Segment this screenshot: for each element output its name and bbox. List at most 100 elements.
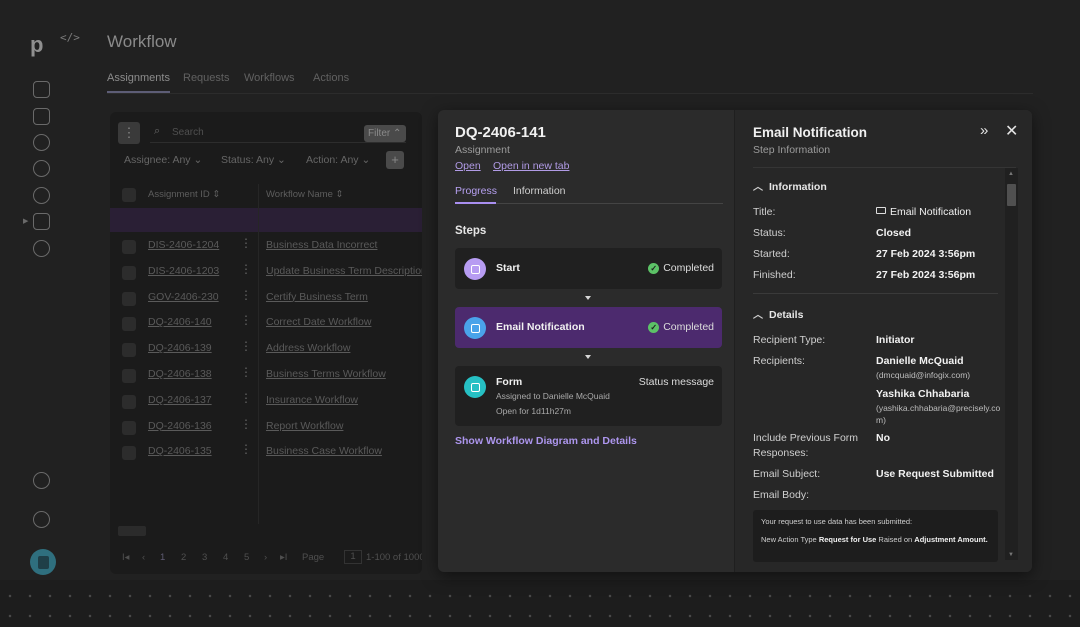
row-menu-icon[interactable]: ⋮	[240, 417, 252, 431]
target-icon[interactable]	[33, 134, 50, 151]
open-new-tab-link[interactable]: Open in new tab	[493, 160, 569, 172]
refresh-icon[interactable]	[33, 240, 50, 257]
table-row[interactable]: DQ-2406-139 ⋮ Address Workflow	[110, 337, 422, 363]
column-workflow-name[interactable]: Workflow Name ⇕	[266, 189, 343, 200]
workflow-name-link[interactable]: Address Workflow	[266, 342, 350, 354]
table-row[interactable]: DQ-2406-138 ⋮ Business Terms Workflow	[110, 363, 422, 389]
row-menu-icon[interactable]: ⋮	[240, 391, 252, 405]
assignment-id-link[interactable]: DQ-2406-137	[148, 394, 212, 406]
table-row[interactable]: DQ-2406-137 ⋮ Insurance Workflow	[110, 389, 422, 415]
page-2[interactable]: 2	[181, 552, 186, 563]
details-section-toggle[interactable]: ︿ Details	[753, 306, 803, 321]
step-info-scrollbar[interactable]: ▲ ▼	[1005, 168, 1018, 560]
prev-page-icon[interactable]: ‹	[142, 552, 145, 563]
gauge-icon[interactable]	[33, 160, 50, 177]
page-5[interactable]: 5	[244, 552, 249, 563]
assignment-id-link[interactable]: DQ-2406-139	[148, 342, 212, 354]
row-checkbox[interactable]	[122, 446, 136, 461]
workflow-name-link[interactable]: Correct Date Workflow	[266, 316, 371, 328]
home-icon[interactable]	[33, 81, 50, 98]
help-icon[interactable]	[33, 511, 50, 528]
workflow-name-link[interactable]: Business Data Incorrect	[266, 239, 377, 251]
tab-requests[interactable]: Requests	[183, 72, 229, 84]
workflow-name-link[interactable]: Business Case Workflow	[266, 445, 382, 457]
table-row[interactable]: DIS-2406-1203 ⋮ Update Business Term Descr…	[110, 260, 422, 286]
row-menu-icon[interactable]: ⋮	[240, 339, 252, 353]
page-4[interactable]: 4	[223, 552, 228, 563]
row-checkbox[interactable]	[122, 240, 136, 254]
show-workflow-diagram-link[interactable]: Show Workflow Diagram and Details	[455, 435, 637, 447]
avatar-book-icon	[37, 555, 49, 569]
scroll-up-icon[interactable]: ▲	[1008, 171, 1014, 177]
assignment-id-link[interactable]: DIS-2406-1204	[148, 239, 219, 251]
tab-actions[interactable]: Actions	[313, 72, 349, 84]
assignment-id-link[interactable]: DQ-2406-135	[148, 445, 212, 457]
page-1[interactable]: 1	[160, 552, 165, 563]
grid-menu-button[interactable]: ⋮	[118, 122, 140, 144]
workflow-icon[interactable]	[33, 213, 50, 230]
close-icon[interactable]: ✕	[1005, 121, 1018, 141]
select-all-checkbox[interactable]	[122, 188, 136, 202]
tab-progress[interactable]: Progress	[455, 185, 497, 197]
table-row[interactable]: DQ-2406-136 ⋮ Report Workflow	[110, 415, 422, 441]
table-row-selected[interactable]	[110, 208, 422, 232]
table-row[interactable]: DQ-2406-140 ⋮ Correct Date Workflow	[110, 311, 422, 337]
row-checkbox[interactable]	[122, 420, 136, 435]
filter-assignee[interactable]: Assignee: Any ⌄	[124, 154, 202, 166]
location-icon[interactable]	[33, 187, 50, 204]
row-checkbox[interactable]	[122, 369, 136, 383]
tab-information[interactable]: Information	[513, 185, 566, 197]
workflow-name-link[interactable]: Update Business Term Description	[266, 265, 422, 277]
row-checkbox[interactable]	[122, 343, 136, 358]
information-section-toggle[interactable]: ︿ Information	[753, 178, 827, 193]
assignment-id-link[interactable]: DQ-2406-136	[148, 420, 212, 432]
row-menu-icon[interactable]: ⋮	[240, 262, 252, 276]
row-checkbox[interactable]	[122, 394, 136, 409]
page-3[interactable]: 3	[202, 552, 207, 563]
workflow-name-link[interactable]: Certify Business Term	[266, 291, 368, 303]
scrollbar-thumb[interactable]	[1007, 184, 1016, 206]
workflow-name-link[interactable]: Report Workflow	[266, 420, 343, 432]
row-checkbox[interactable]	[122, 317, 136, 332]
row-menu-icon[interactable]: ⋮	[240, 288, 252, 302]
table-row[interactable]: DIS-2406-1204 ⋮ Business Data Incorrect	[110, 234, 422, 260]
next-page-icon[interactable]: ›	[264, 552, 267, 563]
assignment-id-link[interactable]: DQ-2406-140	[148, 316, 212, 328]
first-page-icon[interactable]: I◂	[122, 552, 129, 563]
last-page-icon[interactable]: ▸I	[280, 552, 287, 563]
row-checkbox[interactable]	[122, 291, 136, 306]
email-body-line: New Action Type Request for Use Raised o…	[761, 535, 988, 544]
table-row[interactable]: DQ-2406-135 ⋮ Business Case Workflow	[110, 440, 422, 466]
table-row[interactable]: GOV-2406-230 ⋮ Certify Business Term	[110, 286, 422, 312]
row-menu-icon[interactable]: ⋮	[240, 442, 252, 456]
row-menu-icon[interactable]: ⋮	[240, 365, 252, 379]
add-filter-button[interactable]: +	[386, 151, 404, 169]
tab-workflows[interactable]: Workflows	[244, 72, 295, 84]
tab-assignments[interactable]: Assignments	[107, 72, 170, 93]
book-icon[interactable]	[33, 108, 50, 125]
filter-status[interactable]: Status: Any ⌄	[221, 154, 286, 166]
row-checkbox[interactable]	[122, 265, 136, 280]
workflow-name-link[interactable]: Insurance Workflow	[266, 394, 358, 406]
step-email-notification[interactable]: Email Notification ✓ Completed	[455, 307, 722, 348]
code-icon[interactable]: </>	[60, 31, 80, 44]
column-assignment-id[interactable]: Assignment ID ⇕	[148, 189, 220, 200]
horizontal-scrollbar[interactable]	[118, 526, 146, 536]
workflow-name-link[interactable]: Business Terms Workflow	[266, 368, 386, 380]
assignment-id-link[interactable]: GOV-2406-230	[148, 291, 219, 303]
step-form[interactable]: Form Status message Assigned to Danielle…	[455, 366, 722, 426]
expand-icon[interactable]: »	[980, 122, 988, 139]
user-icon[interactable]	[33, 472, 50, 489]
scroll-down-icon[interactable]: ▼	[1008, 552, 1014, 558]
filter-button[interactable]: Filter ⌃	[364, 125, 406, 142]
search-input[interactable]	[172, 124, 352, 140]
open-link[interactable]: Open	[455, 160, 481, 172]
step-start[interactable]: Start ✓ Completed	[455, 248, 722, 289]
row-menu-icon[interactable]: ⋮	[240, 313, 252, 327]
avatar[interactable]	[30, 549, 56, 575]
assignment-id-link[interactable]: DQ-2406-138	[148, 368, 212, 380]
page-number-input[interactable]: 1	[344, 550, 362, 564]
assignment-id-link[interactable]: DIS-2406-1203	[148, 265, 219, 277]
filter-action[interactable]: Action: Any ⌄	[306, 154, 370, 166]
row-menu-icon[interactable]: ⋮	[240, 236, 252, 250]
